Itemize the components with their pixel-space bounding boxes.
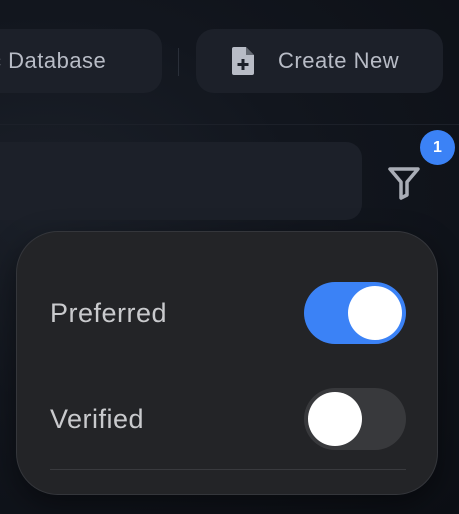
filter-option-label: Preferred <box>50 297 168 328</box>
filter-option-preferred: Preferred <box>50 282 406 344</box>
toggle-knob <box>308 392 362 446</box>
file-plus-icon <box>232 47 254 75</box>
screen: c Database Create New 1 Preferred Verifi… <box>0 0 459 514</box>
preferred-toggle[interactable] <box>304 282 406 344</box>
verified-toggle[interactable] <box>304 388 406 450</box>
filter-panel: Preferred Verified <box>16 231 438 495</box>
panel-divider <box>50 469 406 470</box>
search-bar[interactable] <box>0 142 362 220</box>
toolbar-divider <box>0 124 459 125</box>
create-new-button-label: Create New <box>278 48 400 73</box>
filter-icon <box>386 164 422 205</box>
filter-button[interactable] <box>384 164 424 204</box>
filter-option-label: Verified <box>50 403 145 434</box>
toolbar-separator <box>178 48 179 76</box>
filter-option-verified: Verified <box>50 388 406 450</box>
create-new-button[interactable]: Create New <box>196 29 443 93</box>
toggle-knob <box>348 286 402 340</box>
filter-count-badge: 1 <box>420 130 455 165</box>
database-button[interactable]: c Database <box>0 29 162 93</box>
database-button-label: c Database <box>0 48 107 73</box>
